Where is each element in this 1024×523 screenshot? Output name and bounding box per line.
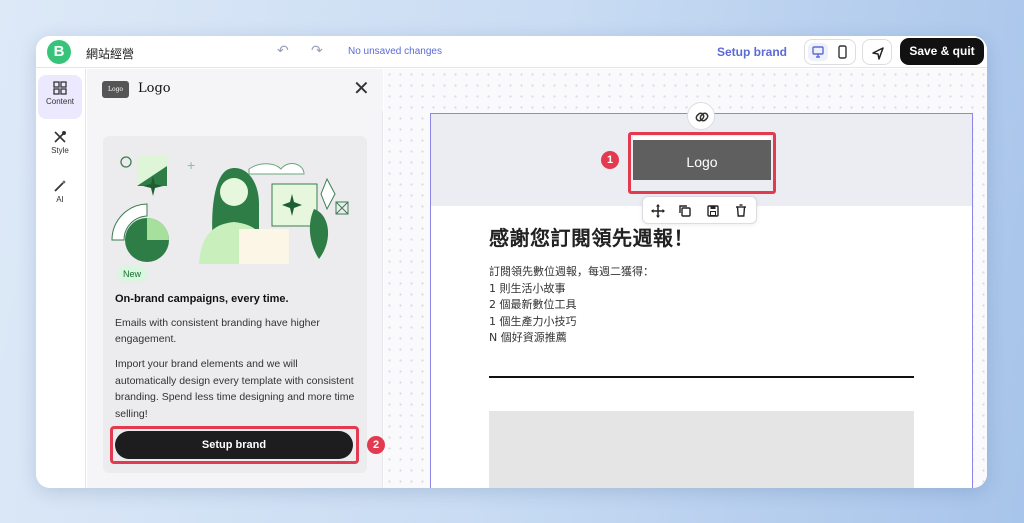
trash-icon[interactable] (732, 202, 750, 220)
mobile-icon (838, 45, 847, 59)
send-icon (872, 47, 884, 60)
left-rail: Content Style AI (36, 69, 86, 488)
redo-icon[interactable]: ↷ (311, 42, 323, 59)
svg-text:+: + (187, 157, 195, 173)
top-bar: B 網站經營 ↶ ↷ No unsaved changes Setup bran… (36, 36, 987, 68)
email-title[interactable]: 感謝您訂閱領先週報！ (489, 222, 694, 251)
rail-item-ai[interactable]: AI (38, 173, 82, 217)
undo-icon[interactable]: ↶ (277, 42, 289, 59)
mobile-preview-button[interactable] (832, 43, 852, 61)
email-preview: Logo 感謝您訂閱領先週報！ 訂閱領先數位週報，每週二獲得： 1 則生活小故事… (430, 102, 973, 488)
device-toggle (804, 39, 856, 65)
logo-settings-panel: Logo Logo ✕ + New On-brand campaigns, ev… (87, 69, 383, 488)
desktop-icon (812, 46, 824, 58)
brand-promo-card: + New On-brand campaigns, every time. Em (103, 136, 367, 473)
move-icon[interactable] (649, 202, 667, 220)
email-divider[interactable] (489, 376, 914, 378)
step-badge-2: 2 (367, 436, 385, 454)
save-quit-button[interactable]: Save & quit (900, 38, 984, 65)
email-line: 2 個最新數位工具 (489, 298, 577, 311)
save-block-icon[interactable] (704, 202, 722, 220)
link-icon (695, 112, 709, 122)
highlight-setup-brand (110, 426, 359, 464)
app-logo[interactable]: B (47, 40, 71, 64)
setup-brand-link[interactable]: Setup brand (717, 45, 787, 59)
link-button[interactable] (687, 102, 715, 130)
rail-item-style[interactable]: Style (38, 124, 82, 168)
email-body-text[interactable]: 訂閱領先數位週報，每週二獲得： 1 則生活小故事 2 個最新數位工具 1 個生產… (489, 264, 654, 347)
promo-heading: On-brand campaigns, every time. (115, 293, 289, 305)
step-badge-1: 1 (601, 151, 619, 169)
desktop-preview-button[interactable] (808, 43, 828, 61)
rail-item-content[interactable]: Content (38, 75, 82, 119)
block-toolbar (642, 196, 757, 224)
promo-text-2: Import your brand elements and we will a… (115, 358, 355, 420)
style-brush-icon (54, 131, 66, 143)
highlight-logo (628, 132, 776, 194)
send-test-button[interactable] (862, 39, 892, 65)
brand-illustration: + (111, 156, 349, 264)
email-line: N 個好資源推薦 (489, 331, 567, 344)
panel-title: Logo (138, 81, 171, 96)
grid-icon (53, 81, 67, 95)
panel-header: Logo Logo ✕ (87, 69, 383, 111)
rail-label-ai: AI (56, 195, 64, 204)
email-line: 訂閱領先數位週報，每週二獲得： (489, 265, 654, 278)
rail-label-style: Style (51, 146, 69, 155)
duplicate-icon[interactable] (676, 202, 694, 220)
save-status: No unsaved changes (348, 46, 442, 57)
rail-label-content: Content (45, 97, 75, 106)
logo-badge: Logo (102, 81, 129, 98)
app-window: B 網站經營 ↶ ↷ No unsaved changes Setup bran… (36, 36, 987, 488)
magic-wand-icon (54, 180, 66, 192)
promo-text-1: Emails with consistent branding have hig… (115, 317, 320, 345)
new-badge: New (117, 266, 148, 282)
email-line: 1 則生活小故事 (489, 281, 566, 295)
email-line: 1 個生產力小技巧 (489, 314, 577, 328)
image-placeholder[interactable] (489, 411, 914, 488)
editor-canvas: Logo 感謝您訂閱領先週報！ 訂閱領先數位週報，每週二獲得： 1 則生活小故事… (384, 69, 987, 488)
close-icon[interactable]: ✕ (353, 76, 370, 101)
site-name[interactable]: 網站經營 (86, 45, 134, 62)
